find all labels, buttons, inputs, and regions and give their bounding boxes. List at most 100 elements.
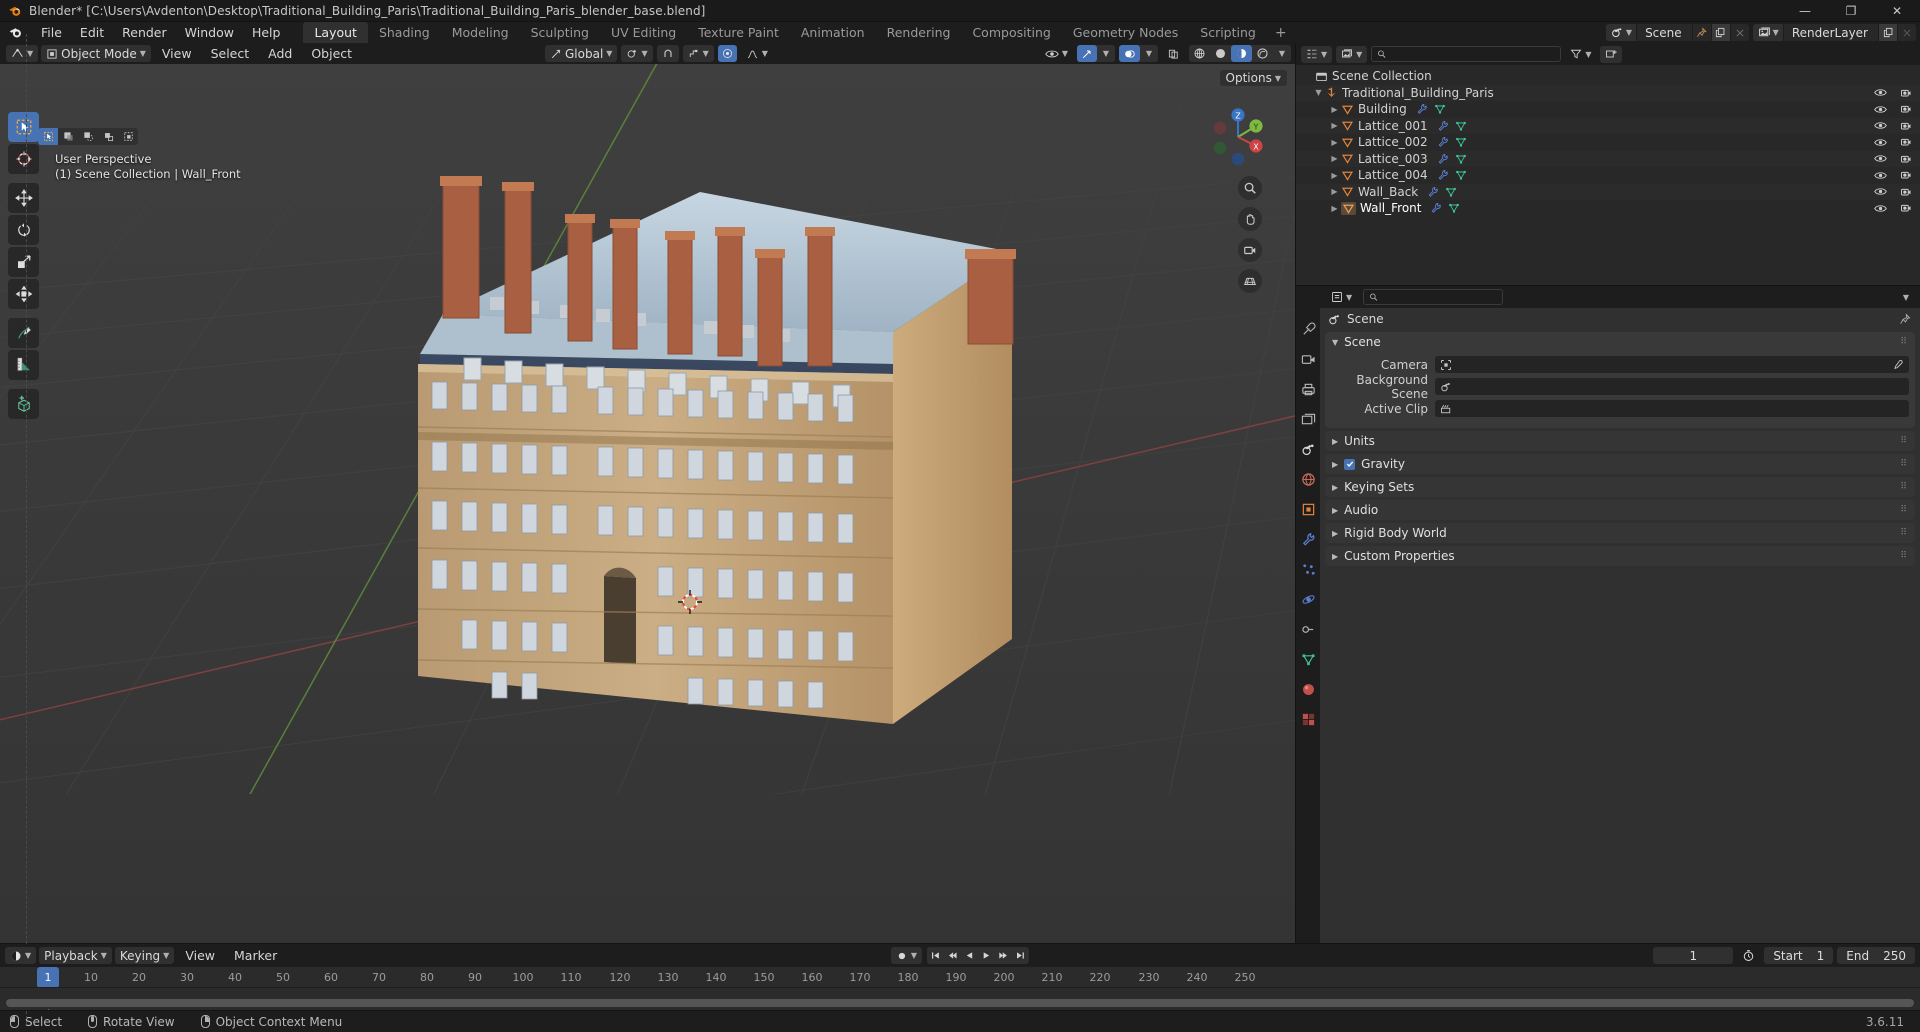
modifier-wrench-icon[interactable] — [1437, 136, 1449, 148]
outliner-row-wall-back[interactable]: ▶ Wall_Back — [1296, 183, 1920, 200]
outliner-tree[interactable]: Scene Collection ▼ Traditional_Building_… — [26, 34, 1920, 1024]
playback-menu[interactable]: Playback ▼ — [39, 947, 112, 964]
menu-window[interactable]: Window — [176, 23, 243, 42]
expander-closed-icon[interactable]: ▶ — [1328, 105, 1341, 114]
expander-closed-icon[interactable]: ▶ — [1328, 138, 1341, 147]
tab-object-properties[interactable] — [1299, 500, 1318, 519]
snap-magnet-toggle[interactable] — [656, 45, 679, 62]
eye-icon[interactable] — [1874, 137, 1887, 148]
pan-view-button[interactable] — [1238, 207, 1262, 231]
viewlayer-name[interactable]: RenderLayer — [1784, 26, 1878, 40]
play-reverse-button[interactable] — [961, 947, 978, 964]
tab-layout[interactable]: Layout — [303, 22, 368, 43]
tool-measure[interactable] — [8, 350, 39, 380]
mesh-data-icon[interactable] — [1434, 103, 1446, 115]
camera-render-icon[interactable] — [1900, 120, 1912, 132]
menu-help[interactable]: Help — [243, 23, 290, 42]
lasso-select-button[interactable] — [98, 128, 118, 145]
outliner-filter-field[interactable] — [1390, 47, 1556, 61]
eye-icon[interactable] — [1874, 203, 1887, 214]
eye-icon[interactable] — [1874, 104, 1887, 115]
tab-modeling[interactable]: Modeling — [441, 22, 520, 43]
expander-open-icon[interactable]: ▼ — [1312, 88, 1325, 97]
tab-animation[interactable]: Animation — [790, 22, 876, 43]
toggle-orthographic-button[interactable] — [1238, 269, 1262, 293]
tab-data-properties[interactable] — [1299, 650, 1318, 669]
box-select-button[interactable] — [58, 128, 78, 145]
new-scene-button[interactable] — [1710, 24, 1730, 41]
shading-options-dropdown[interactable]: ▼ — [1273, 45, 1291, 62]
tab-sculpting[interactable]: Sculpting — [520, 22, 600, 43]
custom-properties-panel[interactable]: ▶ Custom Properties ⠿ — [1325, 546, 1915, 566]
minimize-button[interactable]: — — [1782, 0, 1828, 22]
viewport-options-button[interactable]: Options ▼ — [1219, 70, 1287, 86]
blender-menu-icon[interactable] — [8, 25, 23, 40]
material-preview-button[interactable] — [1231, 45, 1252, 62]
tool-annotate[interactable] — [8, 318, 39, 348]
mesh-data-icon[interactable] — [1455, 120, 1467, 132]
overlay-options-dropdown[interactable]: ▼ — [1140, 45, 1158, 62]
modifier-wrench-icon[interactable] — [1430, 202, 1442, 214]
outliner-display-mode-button[interactable]: ▼ — [1336, 45, 1368, 63]
playhead[interactable]: 1 — [37, 967, 59, 987]
new-viewlayer-button[interactable] — [1878, 24, 1897, 41]
tab-scene-properties[interactable] — [1299, 440, 1318, 459]
scene-browse-button[interactable]: ▼ — [1605, 24, 1638, 41]
falloff-dropdown[interactable]: ▼ — [741, 45, 773, 62]
proportional-edit-toggle[interactable] — [717, 45, 737, 62]
tab-scripting[interactable]: Scripting — [1189, 22, 1267, 43]
audio-panel[interactable]: ▶ Audio ⠿ — [1325, 500, 1915, 520]
tab-shading[interactable]: Shading — [368, 22, 441, 43]
viewport-menu-view[interactable]: View — [154, 45, 200, 62]
tab-output-properties[interactable] — [1299, 380, 1318, 399]
jump-to-start-button[interactable] — [927, 947, 944, 964]
properties-search-input[interactable] — [1363, 289, 1504, 305]
gizmo-options-dropdown[interactable]: ▼ — [1097, 45, 1115, 62]
viewport-menu-select[interactable]: Select — [203, 45, 258, 62]
tab-rendering[interactable]: Rendering — [876, 22, 962, 43]
viewport-menu-object[interactable]: Object — [303, 45, 360, 62]
active-clip-field[interactable] — [1435, 400, 1909, 417]
pin-icon[interactable] — [1899, 312, 1912, 326]
pin-scene-button[interactable] — [1691, 24, 1711, 41]
rigid-body-world-panel[interactable]: ▶ Rigid Body World ⠿ — [1325, 523, 1915, 543]
modifier-wrench-icon[interactable] — [1427, 186, 1439, 198]
properties-content[interactable]: Scene ▼ Scene ⠿ Camera Background Scene … — [1320, 308, 1920, 943]
background-scene-field[interactable] — [1435, 378, 1909, 395]
tab-compositing[interactable]: Compositing — [961, 22, 1061, 43]
tab-material-properties[interactable] — [1299, 680, 1318, 699]
timeline-menu-view[interactable]: View — [177, 947, 223, 964]
expander-closed-icon[interactable]: ▶ — [1328, 154, 1341, 163]
visibility-dropdown[interactable]: ▼ — [1040, 45, 1073, 62]
mesh-data-icon[interactable] — [1455, 153, 1467, 165]
tab-world-properties[interactable] — [1299, 470, 1318, 489]
camera-render-icon[interactable] — [1900, 186, 1912, 198]
editor-type-button[interactable]: ▼ — [6, 45, 39, 62]
expander-closed-icon[interactable]: ▶ — [1328, 204, 1341, 213]
camera-render-icon[interactable] — [1900, 202, 1912, 214]
show-overlays-toggle[interactable] — [1119, 45, 1140, 62]
units-panel[interactable]: ▶ Units ⠿ — [1325, 431, 1915, 451]
modifier-wrench-icon[interactable] — [1416, 103, 1428, 115]
outliner-row-lattice-001[interactable]: ▶ Lattice_001 — [1296, 117, 1920, 134]
menu-render[interactable]: Render — [113, 23, 176, 42]
outliner-row-traditional-building-paris[interactable]: ▼ Traditional_Building_Paris — [1296, 84, 1920, 101]
outliner-editor-type-button[interactable]: ▼ — [1301, 45, 1333, 63]
outliner-row-lattice-004[interactable]: ▶ Lattice_004 — [1296, 167, 1920, 184]
gravity-panel[interactable]: ▶ Gravity ⠿ — [1325, 454, 1915, 474]
tool-scale[interactable] — [8, 247, 39, 277]
tool-rotate[interactable] — [8, 215, 39, 245]
camera-field[interactable] — [1435, 356, 1909, 373]
current-frame-field[interactable]: 1 — [1653, 947, 1734, 964]
modifier-wrench-icon[interactable] — [1437, 120, 1449, 132]
select-intersect-button[interactable] — [118, 128, 138, 145]
timeline-ruler[interactable]: 10 20 30 40 50 60 70 80 90 100 110 120 1… — [0, 967, 1920, 988]
viewlayer-selector[interactable]: ▼ RenderLayer — [1752, 24, 1916, 41]
show-gizmo-toggle[interactable] — [1077, 45, 1097, 62]
tool-transform[interactable] — [8, 279, 39, 309]
scene-name[interactable]: Scene — [1637, 26, 1692, 40]
auto-keying-toggle[interactable]: ▼ — [890, 947, 923, 964]
eye-icon[interactable] — [1874, 153, 1887, 164]
camera-render-icon[interactable] — [1900, 136, 1912, 148]
transform-orientation-dropdown[interactable]: Global ▼ — [545, 45, 618, 62]
